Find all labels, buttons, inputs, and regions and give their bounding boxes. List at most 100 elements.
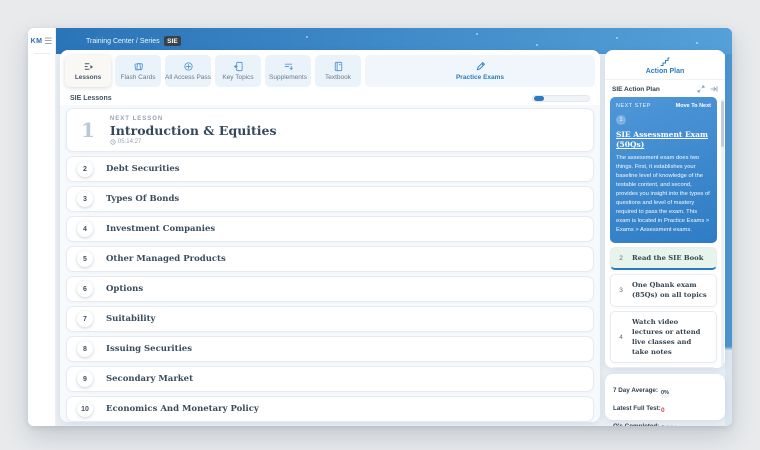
seven-day-progress-bar: 0% — [661, 390, 669, 396]
section-title: SIE Lessons — [70, 95, 112, 102]
next-step-eyebrow: NEXT STEP — [616, 103, 651, 109]
action-plan-subheader: SIE Action Plan — [605, 80, 725, 97]
qs-completed-total: /991 — [665, 425, 678, 426]
lesson-row[interactable]: 10 Economics And Monetary Policy — [66, 396, 594, 422]
stat-label: Q's Completed: — [613, 423, 659, 427]
seven-day-average-row: 7 Day Average: 0% — [613, 381, 717, 399]
lesson-number: 4 — [77, 221, 93, 237]
textbook-icon — [333, 61, 344, 72]
all-access-pass-icon — [183, 61, 194, 72]
lesson-number: 2 — [77, 161, 93, 177]
lesson-number: 7 — [77, 311, 93, 327]
action-step[interactable]: 4 Watch video lectures or attend live cl… — [610, 311, 717, 364]
tab-label: Flash Cards — [120, 74, 155, 81]
scrollbar-thumb[interactable] — [721, 101, 724, 147]
stats-panel: 7 Day Average: 0% Latest Full Test: 0 Q'… — [605, 374, 725, 420]
lessons-panel: Lessons Flash Cards All Access Pass Key … — [60, 50, 600, 422]
next-lesson-card[interactable]: 1 NEXT LESSON Introduction & Equities 05… — [66, 108, 594, 152]
action-plan-scroll: NEXT STEP Move To Next 1 SIE Assessment … — [605, 97, 725, 368]
lesson-title: Economics And Monetary Policy — [106, 404, 259, 414]
stat-label: Latest Full Test: — [613, 405, 661, 412]
series-badge: SIE — [164, 36, 181, 46]
tab-flash-cards[interactable]: Flash Cards — [115, 55, 161, 87]
practice-exams-icon — [475, 61, 486, 72]
tab-practice-exams[interactable]: Practice Exams — [365, 55, 595, 87]
latest-full-test-row: Latest Full Test: 0 — [613, 399, 717, 417]
rail-divider — [34, 53, 50, 54]
lesson-title[interactable]: Introduction & Equities — [110, 123, 277, 138]
expand-icon[interactable] — [697, 85, 705, 93]
step-title: Watch video lectures or attend live clas… — [632, 317, 710, 358]
lessons-icon — [83, 61, 94, 72]
app-window: KM ☰ Training Center / Series SIE Lesson… — [28, 28, 732, 426]
lesson-row[interactable]: 4 Investment Companies — [66, 216, 594, 242]
key-topics-icon — [233, 61, 244, 72]
next-lesson-eyebrow: NEXT LESSON — [110, 116, 277, 122]
lessons-section-header: SIE Lessons — [60, 91, 600, 105]
slider-knob[interactable] — [534, 96, 544, 101]
tab-lessons[interactable]: Lessons — [65, 55, 111, 87]
lesson-title: Suitability — [106, 314, 155, 324]
action-step[interactable]: 3 One Qbank exam (85Qs) on all topics — [610, 274, 717, 306]
lesson-number: 10 — [77, 401, 93, 417]
action-plan-name: SIE Action Plan — [612, 86, 660, 93]
step-title: Read the SIE Book — [632, 253, 703, 263]
tab-textbook[interactable]: Textbook — [315, 55, 361, 87]
lesson-title: Types Of Bonds — [106, 194, 179, 204]
action-step[interactable]: 2 Read the SIE Book — [610, 247, 717, 270]
decor-dot — [476, 33, 478, 35]
decor-dot — [536, 44, 538, 46]
tab-label: Practice Exams — [456, 74, 504, 81]
step-number: 4 — [617, 334, 625, 341]
move-to-next-button[interactable]: Move To Next — [676, 103, 711, 109]
breadcrumb[interactable]: Training Center / Series — [86, 38, 160, 45]
hamburger-icon[interactable]: ☰ — [44, 37, 52, 46]
main-area: Training Center / Series SIE Lessons Fla… — [56, 28, 732, 426]
lesson-duration: 05:14:27 — [118, 139, 141, 145]
lesson-title: Options — [106, 284, 143, 294]
tab-key-topics[interactable]: Key Topics — [215, 55, 261, 87]
lesson-list: 1 NEXT LESSON Introduction & Equities 05… — [60, 105, 600, 422]
lesson-number: 3 — [77, 191, 93, 207]
qs-completed-row: Q's Completed: 0/991 — [613, 417, 717, 426]
lesson-row[interactable]: 3 Types Of Bonds — [66, 186, 594, 212]
tab-label: All Access Pass — [165, 74, 211, 81]
action-plan-panel: Action Plan SIE Action Plan NEXT STEP Mo… — [605, 50, 725, 368]
lesson-title: Debt Securities — [106, 164, 180, 174]
decor-dot — [696, 42, 698, 44]
decor-dot — [616, 37, 618, 39]
tab-bar: Lessons Flash Cards All Access Pass Key … — [60, 50, 600, 91]
next-step-card[interactable]: NEXT STEP Move To Next 1 SIE Assessment … — [610, 97, 717, 243]
lesson-row[interactable]: 9 Secondary Market — [66, 366, 594, 392]
tab-supplements[interactable]: Supplements — [265, 55, 311, 87]
lesson-title: Investment Companies — [106, 224, 215, 234]
tab-label: Textbook — [325, 74, 351, 81]
next-step-title[interactable]: SIE Assessment Exam (50Qs) — [616, 130, 711, 150]
action-step[interactable]: 5 Review Class Summary (and other Supple… — [610, 367, 717, 368]
action-plan-header[interactable]: Action Plan — [605, 50, 725, 80]
page-scroll-strip[interactable] — [725, 28, 732, 426]
decor-dot — [306, 36, 308, 38]
lesson-title: Issuing Securities — [106, 344, 192, 354]
lesson-number: 9 — [77, 371, 93, 387]
stat-label: 7 Day Average: — [613, 387, 658, 394]
step-number: 2 — [617, 255, 625, 262]
lesson-row[interactable]: 2 Debt Securities — [66, 156, 594, 182]
flash-cards-icon — [133, 61, 144, 72]
step-number-badge: 1 — [616, 115, 626, 125]
step-title: One Qbank exam (85Qs) on all topics — [632, 280, 710, 300]
lesson-number: 8 — [77, 341, 93, 357]
progress-slider[interactable] — [532, 95, 590, 102]
lesson-number: 1 — [81, 118, 95, 142]
km-logo[interactable]: KM — [31, 38, 43, 45]
tab-all-access-pass[interactable]: All Access Pass — [165, 55, 211, 87]
clock-icon — [110, 139, 116, 145]
lesson-row[interactable]: 7 Suitability — [66, 306, 594, 332]
collapse-right-icon[interactable] — [710, 85, 718, 93]
lesson-row[interactable]: 5 Other Managed Products — [66, 246, 594, 272]
lesson-row[interactable]: 6 Options — [66, 276, 594, 302]
latest-test-value: 0 — [661, 407, 665, 414]
tab-label: Supplements — [269, 74, 307, 81]
lesson-row[interactable]: 8 Issuing Securities — [66, 336, 594, 362]
lesson-number: 5 — [77, 251, 93, 267]
